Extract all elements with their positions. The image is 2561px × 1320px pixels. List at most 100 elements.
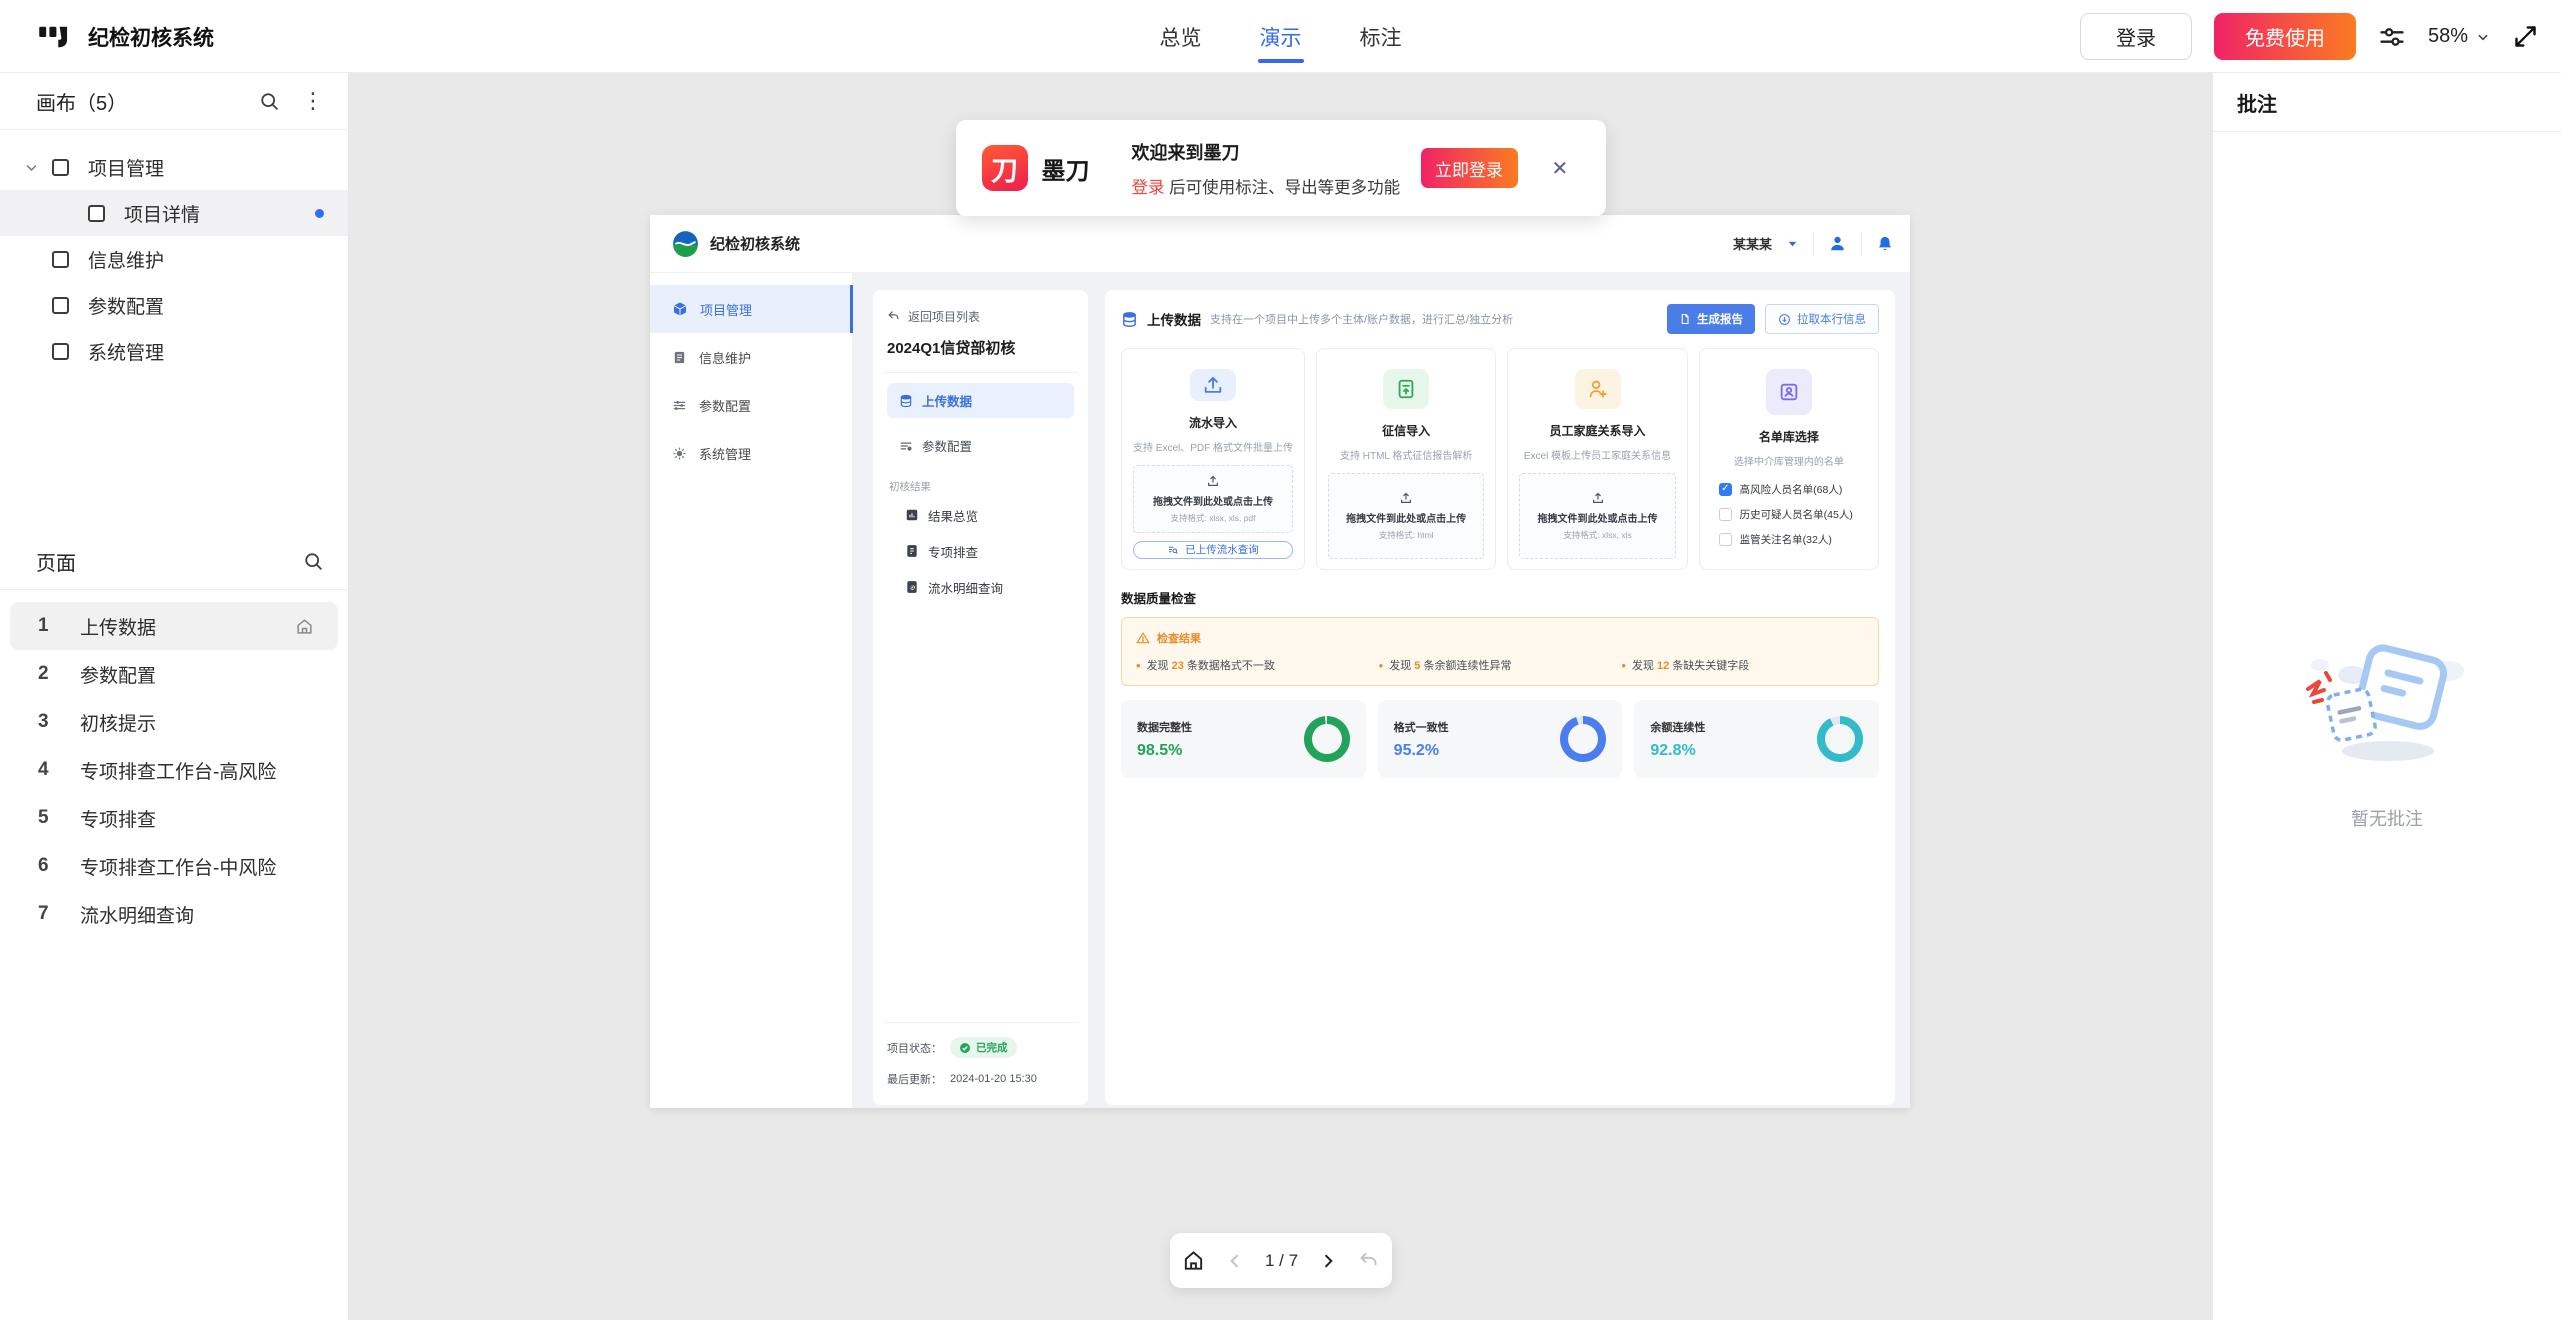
tab-overview[interactable]: 总览 xyxy=(1160,0,1202,73)
document-check-icon xyxy=(905,544,919,558)
tree-item-project-detail[interactable]: 项目详情 xyxy=(0,190,348,236)
preview-nav-project-management[interactable]: 项目管理 xyxy=(650,285,852,333)
project-menu-result-overview[interactable]: 结果总览 xyxy=(887,498,1074,532)
project-menu-special-check[interactable]: 专项排查 xyxy=(887,534,1074,568)
user-name[interactable]: 某某某 xyxy=(1733,234,1772,253)
metric-data-completeness: 数据完整性 98.5% xyxy=(1121,700,1366,778)
zoom-control[interactable]: 58% xyxy=(2428,25,2490,48)
checkbox-regulator-watch-list[interactable]: 监管关注名单(32人) xyxy=(1719,532,1867,547)
page-item-flow-detail-query[interactable]: 7 流水明细查询 xyxy=(10,890,338,938)
checkbox-history-suspect-list[interactable]: 历史可疑人员名单(45人) xyxy=(1719,507,1867,522)
welcome-banner: 刀 墨刀 欢迎来到墨刀 登录 后可使用标注、导出等更多功能 立即登录 ✕ xyxy=(956,120,1606,216)
login-now-button[interactable]: 立即登录 xyxy=(1421,148,1518,188)
database-icon xyxy=(899,394,913,408)
upload-card-flow-import: 流水导入 支持 Excel、PDF 格式文件批量上传 拖拽文件到此处或点击上传 … xyxy=(1121,348,1305,570)
page-item-special-check[interactable]: 5 专项排查 xyxy=(10,794,338,842)
more-menu-icon[interactable]: ⋮ xyxy=(302,90,324,112)
free-use-button[interactable]: 免费使用 xyxy=(2214,13,2356,60)
home-button[interactable] xyxy=(1182,1249,1205,1272)
section-title: 上传数据 xyxy=(1147,309,1201,329)
search-icon[interactable] xyxy=(303,551,324,572)
generate-report-button[interactable]: 生成报告 xyxy=(1667,304,1755,334)
upload-card-credit-import: 征信导入 支持 HTML 格式征信报告解析 拖拽文件到此处或点击上传 支持格式:… xyxy=(1316,348,1496,570)
file-icon xyxy=(1679,313,1691,325)
brand-name: 墨刀 xyxy=(1042,151,1090,186)
upload-card-list-library: 名单库选择 选择中介库管理内的名单 高风险人员名单(68人) 历史可疑人员名单(… xyxy=(1699,348,1879,570)
project-section-label: 初核结果 xyxy=(889,479,1074,494)
close-icon[interactable]: ✕ xyxy=(1552,156,1569,181)
document-icon xyxy=(672,350,687,365)
uploaded-flow-query-button[interactable]: 已上传流水查询 xyxy=(1133,541,1293,559)
preview-app-title: 纪检初核系统 xyxy=(710,233,1733,254)
upload-icon xyxy=(1190,369,1236,401)
active-canvas-dot xyxy=(315,209,324,218)
banner-login-link[interactable]: 登录 xyxy=(1132,179,1165,197)
tab-annotate[interactable]: 标注 xyxy=(1360,0,1402,73)
page-item-workbench-mid-risk[interactable]: 6 专项排查工作台-中风险 xyxy=(10,842,338,890)
dropzone[interactable]: 拖拽文件到此处或点击上传 支持格式: html xyxy=(1328,473,1484,559)
banner-title: 欢迎来到墨刀 xyxy=(1132,139,1401,165)
app-title: 纪检初核系统 xyxy=(88,22,214,52)
tab-present[interactable]: 演示 xyxy=(1260,0,1302,73)
check-result-box: 检查结果 • 发现 23 条数据格式不一致 • 发现 5 条余额连续性异常 xyxy=(1121,617,1879,686)
checkbox-high-risk-list[interactable]: 高风险人员名单(68人) xyxy=(1719,482,1867,497)
preview-nav-parameter-config[interactable]: 参数配置 xyxy=(650,381,852,429)
document-search-icon xyxy=(905,580,919,594)
checkbox[interactable] xyxy=(1719,508,1732,521)
sliders-gear-icon xyxy=(899,439,913,453)
fullscreen-icon[interactable] xyxy=(2512,23,2539,50)
frame-icon xyxy=(52,297,69,314)
tree-item-info-maintenance[interactable]: 信息维护 xyxy=(0,236,348,282)
project-menu-parameter-config[interactable]: 参数配置 xyxy=(887,428,1074,463)
empty-annotation-text: 暂无批注 xyxy=(2351,805,2423,831)
presentation-canvas[interactable]: 刀 墨刀 欢迎来到墨刀 登录 后可使用标注、导出等更多功能 立即登录 ✕ 纪检初… xyxy=(349,73,2212,1320)
zoom-level: 58% xyxy=(2428,25,2468,48)
checkbox[interactable] xyxy=(1719,533,1732,546)
preview-nav-system-management[interactable]: 系统管理 xyxy=(650,429,852,477)
next-page-button[interactable] xyxy=(1318,1251,1338,1271)
project-menu-upload-data[interactable]: 上传数据 xyxy=(887,383,1074,418)
dropzone[interactable]: 拖拽文件到此处或点击上传 支持格式: xlsx, xls, pdf xyxy=(1133,465,1293,533)
donut-ring xyxy=(1560,716,1606,762)
user-icon[interactable] xyxy=(1828,234,1847,253)
page-item-parameter-config[interactable]: 2 参数配置 xyxy=(10,650,338,698)
mockingbot-workspace-logo-icon[interactable] xyxy=(38,24,72,50)
chevron-down-icon xyxy=(24,160,39,175)
tree-item-system-management[interactable]: 系统管理 xyxy=(0,328,348,374)
preview-nav-info-maintenance[interactable]: 信息维护 xyxy=(650,333,852,381)
tree-item-project-management[interactable]: 项目管理 xyxy=(0,144,348,190)
prev-page-button[interactable] xyxy=(1225,1251,1245,1271)
status-badge: 已完成 xyxy=(950,1037,1017,1058)
back-to-project-list[interactable]: 返回项目列表 xyxy=(887,308,1074,325)
mode-tabs: 总览 演示 标注 xyxy=(1160,0,1402,73)
tree-item-parameter-config[interactable]: 参数配置 xyxy=(0,282,348,328)
bell-icon[interactable] xyxy=(1876,235,1894,253)
page-navigator: 1 / 7 xyxy=(1170,1233,1392,1288)
restart-button[interactable] xyxy=(1358,1250,1379,1271)
database-icon xyxy=(1121,311,1138,328)
pages-panel-title: 页面 xyxy=(36,547,303,576)
login-button[interactable]: 登录 xyxy=(2080,13,2192,60)
metric-balance-continuity: 余额连续性 92.8% xyxy=(1634,700,1879,778)
id-badge-icon xyxy=(1766,369,1812,415)
dropzone[interactable]: 拖拽文件到此处或点击上传 支持格式: xlsx, xls xyxy=(1519,473,1675,559)
page-item-workbench-high-risk[interactable]: 4 专项排查工作台-高风险 xyxy=(10,746,338,794)
warning-triangle-icon xyxy=(1136,631,1150,645)
search-icon[interactable] xyxy=(259,91,280,112)
finding-balance-continuity: • 发现 5 条余额连续性异常 xyxy=(1379,657,1622,673)
sliders-icon xyxy=(672,398,687,413)
checkbox[interactable] xyxy=(1719,483,1732,496)
page-item-review-hint[interactable]: 3 初核提示 xyxy=(10,698,338,746)
bar-chart-icon xyxy=(905,508,919,522)
upload-tray-icon xyxy=(1206,474,1220,488)
home-page-icon xyxy=(295,617,314,636)
pull-bank-info-button[interactable]: 拉取本行信息 xyxy=(1765,304,1879,334)
frame-icon xyxy=(88,205,105,222)
upload-data-panel: 上传数据 支持在一个项目中上传多个主体/账户数据，进行汇总/独立分析 生成报告 … xyxy=(1105,290,1895,1105)
check-circle-icon xyxy=(959,1042,971,1054)
annotation-panel-title: 批注 xyxy=(2213,73,2561,132)
settings-sliders-icon[interactable] xyxy=(2378,23,2406,51)
project-menu-flow-detail-query[interactable]: 流水明细查询 xyxy=(887,570,1074,604)
caret-down-icon[interactable] xyxy=(1786,237,1799,250)
page-item-upload-data[interactable]: 1 上传数据 xyxy=(10,602,338,650)
